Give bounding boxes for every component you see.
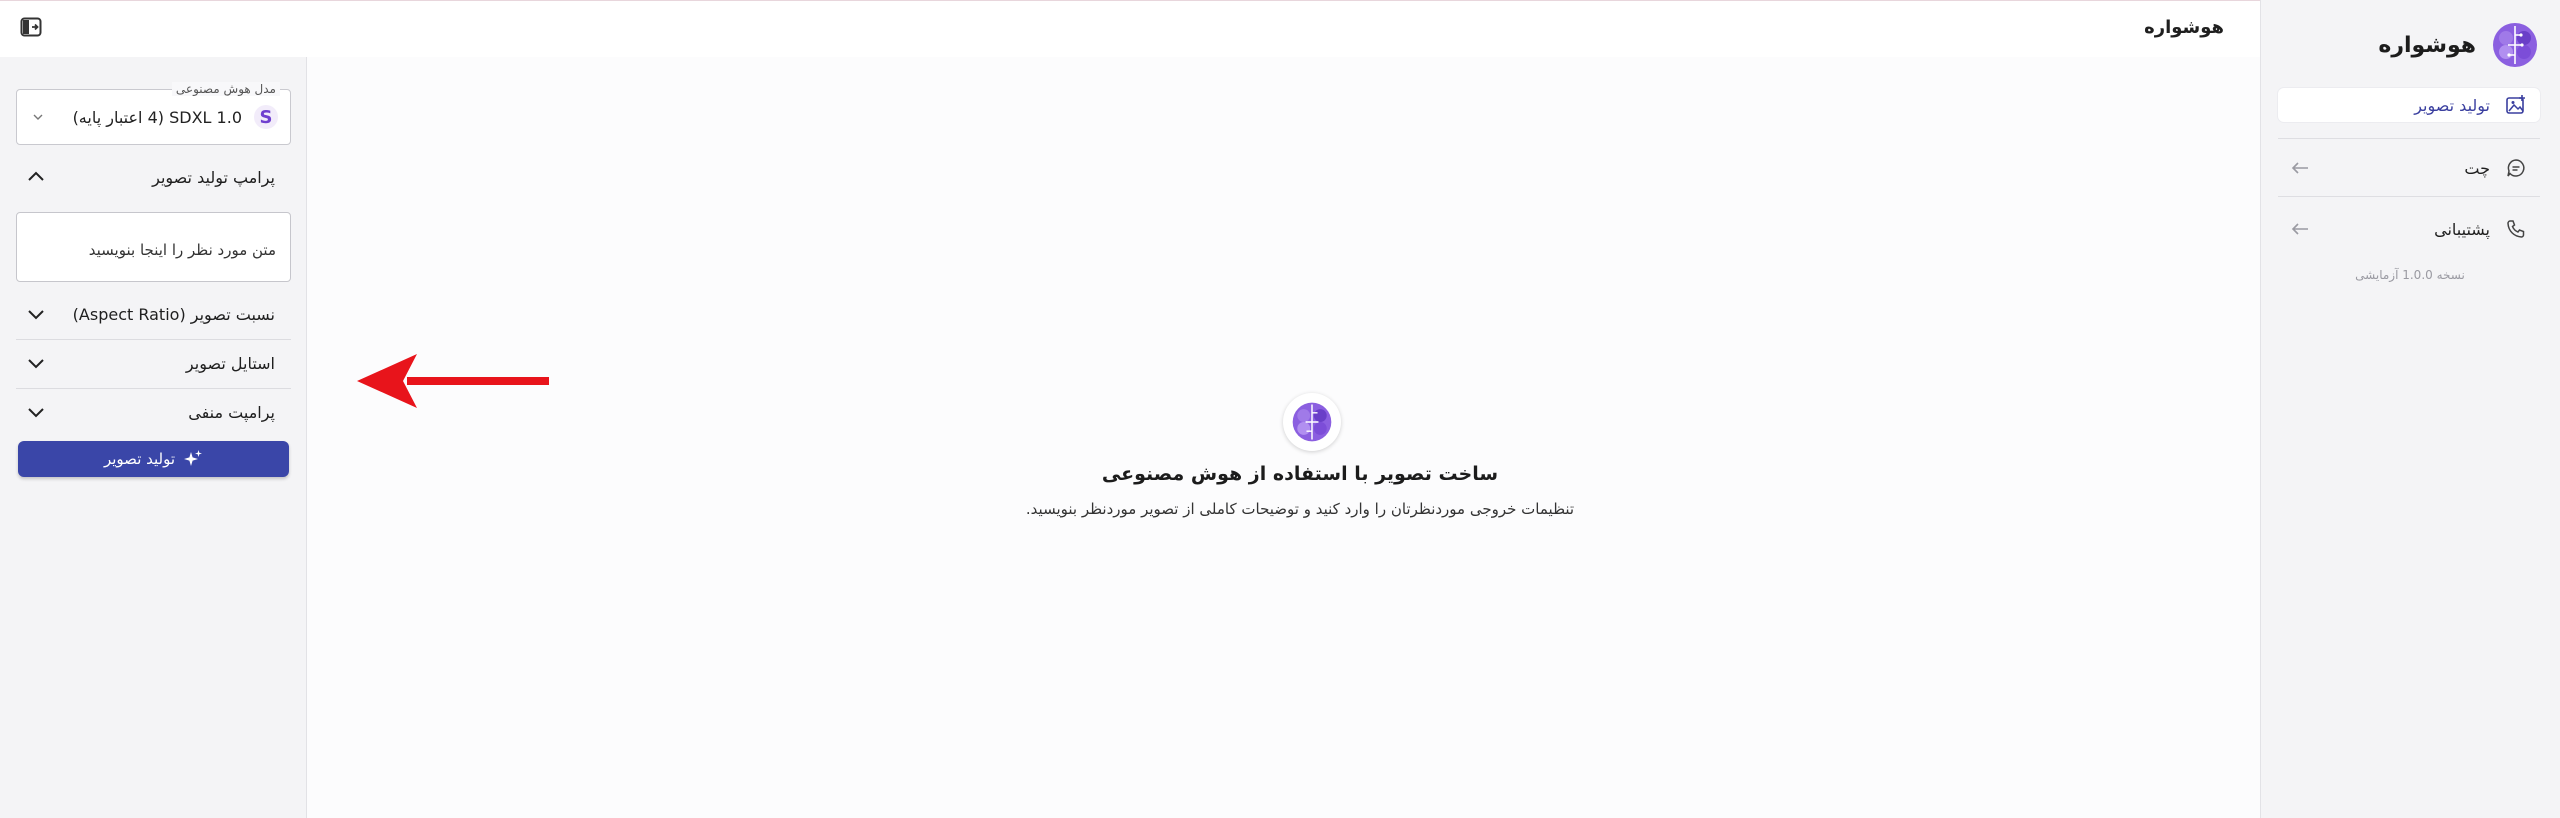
page-title: هوشواره (2144, 17, 2224, 38)
divider (2278, 138, 2540, 139)
generate-image-button[interactable]: تولید تصویر (18, 441, 289, 477)
section-style-label: استایل تصویر (185, 353, 275, 373)
right-sidebar: هوشواره تولید تصویر چت پشتیبانی نسخه 1.0… (2260, 0, 2560, 818)
chevron-down-icon (33, 114, 43, 120)
main-content (307, 57, 2260, 818)
version-label: نسخه 1.0.0 آزمایشی (2355, 268, 2465, 282)
annotation-arrow-icon (357, 354, 549, 408)
chevron-down-icon (28, 408, 44, 418)
nav-item-chat[interactable]: چت (2278, 151, 2540, 185)
brain-logo-icon (2493, 23, 2537, 67)
model-logo-icon: S (254, 105, 278, 129)
section-negative-prompt-label: پرامپت منفی (188, 402, 275, 422)
chat-icon (2504, 156, 2528, 180)
image-plus-icon (2504, 93, 2528, 117)
chevron-up-icon (28, 171, 44, 181)
nav-item-image-generation[interactable]: تولید تصویر (2278, 88, 2540, 122)
section-aspect-ratio[interactable]: نسبت تصویر (Aspect Ratio) (16, 290, 291, 338)
empty-state-logo (1283, 393, 1341, 451)
chevron-down-icon (28, 310, 44, 320)
nav-item-label: پشتیبانی (2434, 219, 2490, 239)
phone-icon (2504, 217, 2528, 241)
sidebar-toggle-icon[interactable] (20, 17, 42, 37)
brand-name: هوشواره (2378, 32, 2476, 58)
section-prompt[interactable]: پرامپ تولید تصویر (16, 153, 291, 201)
arrow-left-icon (2290, 219, 2310, 239)
section-negative-prompt[interactable]: پرامپت منفی (16, 388, 291, 436)
nav-item-label: تولید تصویر (2414, 95, 2490, 115)
section-prompt-label: پرامپ تولید تصویر (152, 167, 275, 187)
brand[interactable]: هوشواره (2378, 18, 2540, 72)
model-select-value: SDXL 1.0 (4 اعتبار پایه) (72, 107, 242, 127)
model-select[interactable]: مدل هوش مصنوعی S SDXL 1.0 (4 اعتبار پایه… (16, 82, 291, 145)
prompt-input[interactable]: متن مورد نظر را اینجا بنویسید (16, 212, 291, 282)
top-header: هوشواره (0, 0, 2260, 57)
brain-logo-icon (1292, 402, 1332, 442)
nav-item-label: چت (2464, 158, 2490, 178)
nav-item-support[interactable]: پشتیبانی (2278, 212, 2540, 246)
divider (2278, 196, 2540, 197)
section-aspect-ratio-label: نسبت تصویر (Aspect Ratio) (72, 304, 275, 324)
section-style[interactable]: استایل تصویر (16, 339, 291, 387)
image-settings-panel: مدل هوش مصنوعی S SDXL 1.0 (4 اعتبار پایه… (0, 57, 307, 818)
prompt-placeholder: متن مورد نظر را اینجا بنویسید (88, 241, 276, 259)
chevron-down-icon (28, 359, 44, 369)
empty-state-title: ساخت تصویر با استفاده از هوش مصنوعی (1101, 463, 1499, 485)
generate-image-button-label: تولید تصویر (103, 450, 176, 468)
model-select-label: مدل هوش مصنوعی (171, 82, 280, 96)
sparkles-icon (184, 450, 203, 466)
arrow-left-icon (2290, 158, 2310, 178)
empty-state-subtitle: تنظیمات خروجی موردنظرتان را وارد کنید و … (1025, 500, 1575, 518)
